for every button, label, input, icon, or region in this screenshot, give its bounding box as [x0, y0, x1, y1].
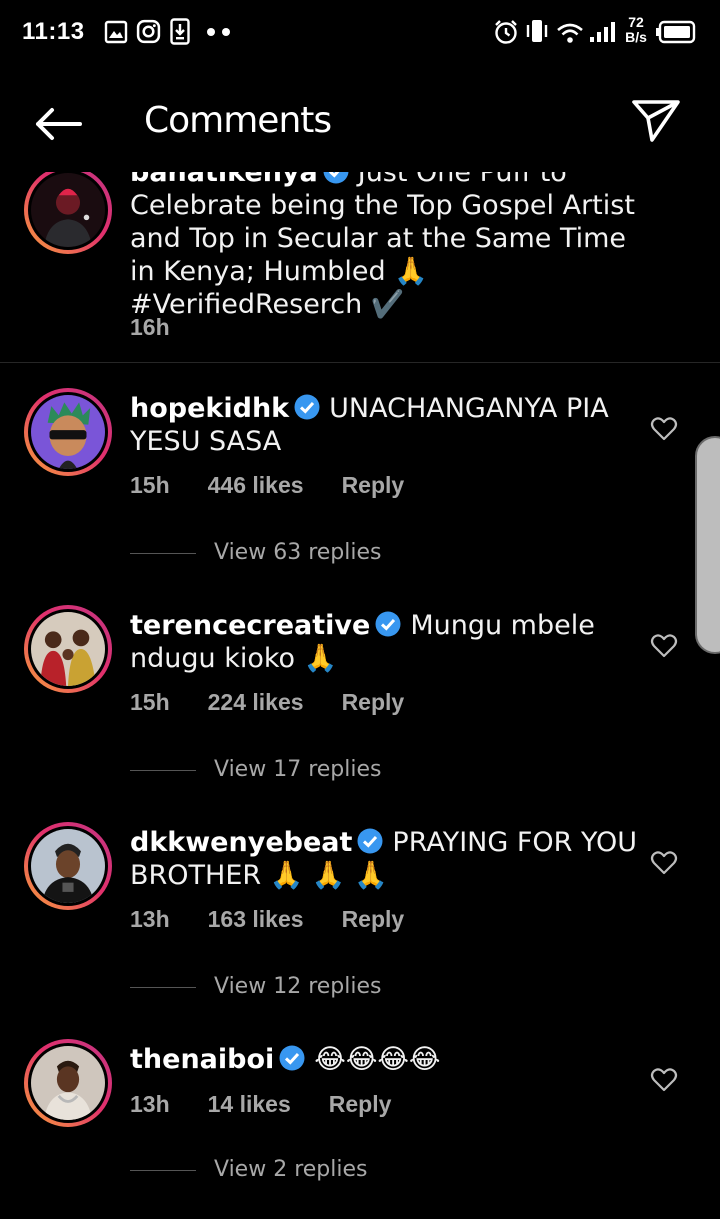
comment-meta: 13h 163 likes Reply: [130, 906, 442, 933]
comment-time: 15h: [130, 689, 170, 715]
reply-button[interactable]: Reply: [329, 1091, 392, 1117]
alarm-icon: [495, 20, 517, 44]
view-replies-button[interactable]: View 17 replies: [130, 757, 381, 782]
avatar-image: [31, 395, 105, 469]
comment-text-block: thenaiboi 😂😂😂😂: [130, 1043, 650, 1076]
verified-badge-icon: [294, 394, 320, 420]
view-replies-label: View 2 replies: [214, 1157, 368, 1182]
comment-time: 13h: [130, 1091, 170, 1117]
status-bar: 11:13 72 B/s: [0, 0, 720, 64]
avatar[interactable]: [24, 605, 112, 693]
page-title: Comments: [144, 100, 332, 141]
comment-text-block: terencecreative Mungu mbele ndugu kioko 🙏: [130, 609, 650, 675]
view-replies-label: View 63 replies: [214, 540, 382, 565]
comment-username[interactable]: terencecreative: [130, 610, 370, 641]
comment-time: 13h: [130, 906, 170, 932]
heart-icon[interactable]: [650, 850, 678, 876]
comment-likes[interactable]: 14 likes: [208, 1091, 291, 1117]
view-replies-button[interactable]: View 2 replies: [130, 1157, 367, 1182]
status-time: 11:13: [22, 18, 85, 45]
caption-username[interactable]: bahatikenya: [130, 172, 318, 188]
verified-badge-icon: [279, 1045, 305, 1071]
caption-text: Just One Puff to Celebrate being the Top…: [130, 172, 635, 320]
download-icon: [170, 18, 190, 45]
avatar[interactable]: [24, 1039, 112, 1127]
avatar-image: [31, 173, 105, 247]
reply-button[interactable]: Reply: [342, 689, 405, 715]
comment-username[interactable]: hopekidhk: [130, 393, 289, 424]
replies-line: [130, 769, 196, 771]
avatar[interactable]: [24, 388, 112, 476]
replies-line: [130, 552, 196, 554]
caption-divider: [0, 362, 720, 363]
comment-username[interactable]: dkkwenyebeat: [130, 827, 352, 858]
comment-text-block: dkkwenyebeat PRAYING FOR YOU BROTHER 🙏 🙏 …: [130, 826, 650, 892]
verified-badge-icon: [357, 828, 383, 854]
comments-header: Comments: [0, 78, 720, 168]
avatar-image: [31, 829, 105, 903]
comment-text: 😂😂😂😂: [314, 1044, 441, 1075]
heart-icon[interactable]: [650, 1067, 678, 1093]
view-replies-label: View 12 replies: [214, 974, 382, 999]
vibrate-icon: [526, 20, 548, 42]
reply-button[interactable]: Reply: [342, 472, 405, 498]
replies-line: [130, 1169, 196, 1171]
view-replies-button[interactable]: View 63 replies: [130, 540, 381, 565]
verified-badge-icon: [375, 611, 401, 637]
battery-icon: [656, 20, 696, 44]
send-icon[interactable]: [630, 98, 682, 144]
comment-text-block: hopekidhk UNACHANGANYA PIA YESU SASA: [130, 392, 650, 458]
network-speed: 72 B/s: [622, 15, 650, 45]
comment-likes[interactable]: 163 likes: [208, 906, 304, 932]
heart-icon[interactable]: [650, 633, 678, 659]
comment-time: 15h: [130, 472, 170, 498]
avatar-image: [31, 1046, 105, 1120]
heart-icon[interactable]: [650, 416, 678, 442]
caption-text-block: bahatikenya Just One Puff to Celebrate be…: [130, 172, 650, 321]
avatar-image: [31, 612, 105, 686]
caption-time: 16h: [130, 314, 170, 340]
scrollbar-handle[interactable]: [695, 436, 720, 654]
view-replies-button[interactable]: View 12 replies: [130, 974, 381, 999]
post-caption: bahatikenya Just One Puff to Celebrate be…: [0, 172, 720, 362]
more-notifications-icon: [207, 28, 230, 36]
signal-icon: [590, 22, 615, 42]
comment-meta: 15h 224 likes Reply: [130, 689, 442, 716]
avatar[interactable]: [24, 172, 112, 254]
comment-username[interactable]: thenaiboi: [130, 1044, 274, 1075]
comment-meta: 13h 14 likes Reply: [130, 1091, 429, 1118]
back-arrow-icon[interactable]: [30, 102, 84, 146]
reply-button[interactable]: Reply: [342, 906, 405, 932]
comment-likes[interactable]: 446 likes: [208, 472, 304, 498]
network-speed-unit: B/s: [625, 29, 647, 45]
view-replies-label: View 17 replies: [214, 757, 382, 782]
replies-line: [130, 986, 196, 988]
avatar[interactable]: [24, 822, 112, 910]
verified-badge-icon: [323, 172, 349, 184]
gallery-icon: [104, 20, 128, 44]
network-speed-value: 72: [628, 14, 644, 30]
comment-meta: 15h 446 likes Reply: [130, 472, 442, 499]
instagram-notification-icon: [136, 19, 161, 44]
wifi-icon: [557, 23, 583, 43]
comment-likes[interactable]: 224 likes: [208, 689, 304, 715]
caption-meta: 16h: [130, 314, 208, 341]
